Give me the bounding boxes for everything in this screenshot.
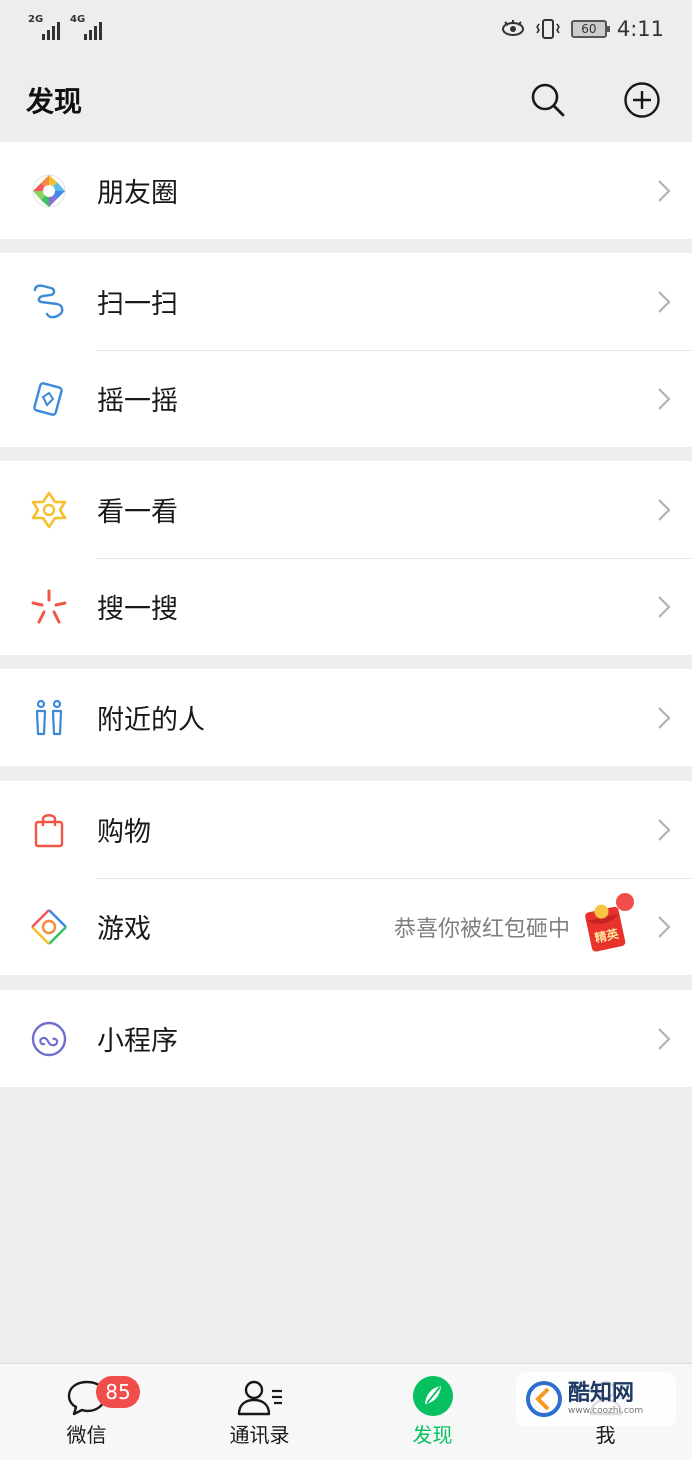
menu-item-top-stories[interactable]: 看一看 bbox=[0, 461, 692, 558]
chevron-right-icon bbox=[658, 387, 671, 410]
coozhi-logo-icon bbox=[526, 1381, 562, 1417]
menu-item-shopping[interactable]: 购物 bbox=[0, 781, 692, 878]
tab-label: 通讯录 bbox=[229, 1423, 290, 1447]
moments-icon bbox=[32, 174, 65, 207]
menu-item-search[interactable]: 搜一搜 bbox=[0, 558, 692, 655]
signal-icon: 2G bbox=[28, 14, 60, 40]
menu-item-shake[interactable]: 摇一摇 bbox=[0, 350, 692, 447]
status-bar: 2G 4G 60 4:11 bbox=[0, 0, 692, 58]
red-packet-icon: 精英 bbox=[584, 892, 634, 952]
menu-group-nearby: 附近的人 bbox=[0, 669, 692, 766]
menu-item-moments[interactable]: 朋友圈 bbox=[0, 142, 692, 239]
unread-badge: 85 bbox=[96, 1376, 140, 1408]
menu-item-label: 摇一摇 bbox=[97, 386, 178, 417]
page-title: 发现 bbox=[26, 85, 83, 118]
chevron-right-icon bbox=[658, 595, 671, 618]
tab-discover[interactable]: 发现 bbox=[346, 1364, 519, 1460]
tab-label: 微信 bbox=[66, 1423, 107, 1447]
menu-group-shopping-games: 购物 游戏 恭喜你被红包砸中 精英 bbox=[0, 781, 692, 975]
battery-level: 60 bbox=[581, 22, 597, 36]
chevron-right-icon bbox=[658, 818, 671, 841]
tab-contacts[interactable]: 通讯录 bbox=[173, 1364, 346, 1460]
watermark-name: 酷知网 bbox=[568, 1381, 635, 1406]
mini-programs-icon bbox=[31, 1021, 66, 1056]
notification-dot bbox=[616, 892, 634, 911]
battery-icon: 60 bbox=[570, 20, 610, 38]
chevron-right-icon bbox=[658, 179, 671, 202]
signal-icon: 4G bbox=[70, 14, 102, 40]
chevron-right-icon bbox=[658, 706, 671, 729]
menu-item-label: 购物 bbox=[97, 817, 151, 848]
signal-tag: 4G bbox=[70, 14, 86, 25]
watermark-logo: 酷知网 www.coozhi.com bbox=[516, 1372, 676, 1426]
search-discover-icon bbox=[31, 589, 66, 623]
eye-icon bbox=[501, 20, 524, 36]
scan-icon bbox=[33, 283, 63, 318]
menu-group-look-search: 看一看 搜一搜 bbox=[0, 461, 692, 655]
vibrate-icon bbox=[535, 19, 560, 39]
watermark-url: www.coozhi.com bbox=[568, 1406, 644, 1416]
menu-item-label: 游戏 bbox=[97, 914, 151, 945]
menu-group-scan-shake: 扫一扫 摇一摇 bbox=[0, 253, 692, 447]
shopping-bag-icon bbox=[34, 813, 63, 847]
search-icon bbox=[531, 83, 565, 117]
add-button[interactable] bbox=[618, 76, 666, 124]
menu-item-label: 朋友圈 bbox=[97, 178, 178, 209]
menu-item-label: 小程序 bbox=[97, 1026, 178, 1057]
menu-item-mini-programs[interactable]: 小程序 bbox=[0, 990, 692, 1087]
compass-icon bbox=[412, 1376, 453, 1416]
shake-icon bbox=[32, 381, 63, 416]
top-stories-icon bbox=[31, 491, 66, 528]
menu-item-label: 搜一搜 bbox=[97, 594, 178, 625]
status-time: 4:11 bbox=[616, 17, 664, 41]
menu-group-moments: 朋友圈 bbox=[0, 142, 692, 239]
menu-group-mini-programs: 小程序 bbox=[0, 990, 692, 1087]
menu-item-people-nearby[interactable]: 附近的人 bbox=[0, 669, 692, 766]
tab-chats[interactable]: 微信 85 bbox=[0, 1364, 173, 1460]
chevron-right-icon bbox=[658, 290, 671, 313]
games-promo-text: 恭喜你被红包砸中 bbox=[393, 916, 570, 942]
menu-item-scan[interactable]: 扫一扫 bbox=[0, 253, 692, 350]
signal-indicators: 2G 4G bbox=[28, 14, 102, 40]
menu-item-label: 附近的人 bbox=[97, 705, 205, 736]
tab-label: 发现 bbox=[412, 1423, 453, 1447]
chevron-right-icon bbox=[658, 498, 671, 521]
menu-item-label: 扫一扫 bbox=[97, 289, 178, 320]
chevron-right-icon bbox=[658, 1027, 671, 1050]
plus-circle-icon bbox=[624, 82, 660, 118]
top-bar: 发现 bbox=[0, 58, 692, 142]
menu-item-games[interactable]: 游戏 恭喜你被红包砸中 精英 bbox=[0, 878, 692, 975]
search-button[interactable] bbox=[524, 76, 572, 124]
menu-item-label: 看一看 bbox=[97, 497, 178, 528]
people-nearby-icon bbox=[35, 699, 62, 735]
contacts-icon bbox=[237, 1380, 282, 1416]
signal-tag: 2G bbox=[28, 14, 44, 25]
games-icon bbox=[30, 908, 67, 945]
chevron-right-icon bbox=[658, 915, 671, 938]
